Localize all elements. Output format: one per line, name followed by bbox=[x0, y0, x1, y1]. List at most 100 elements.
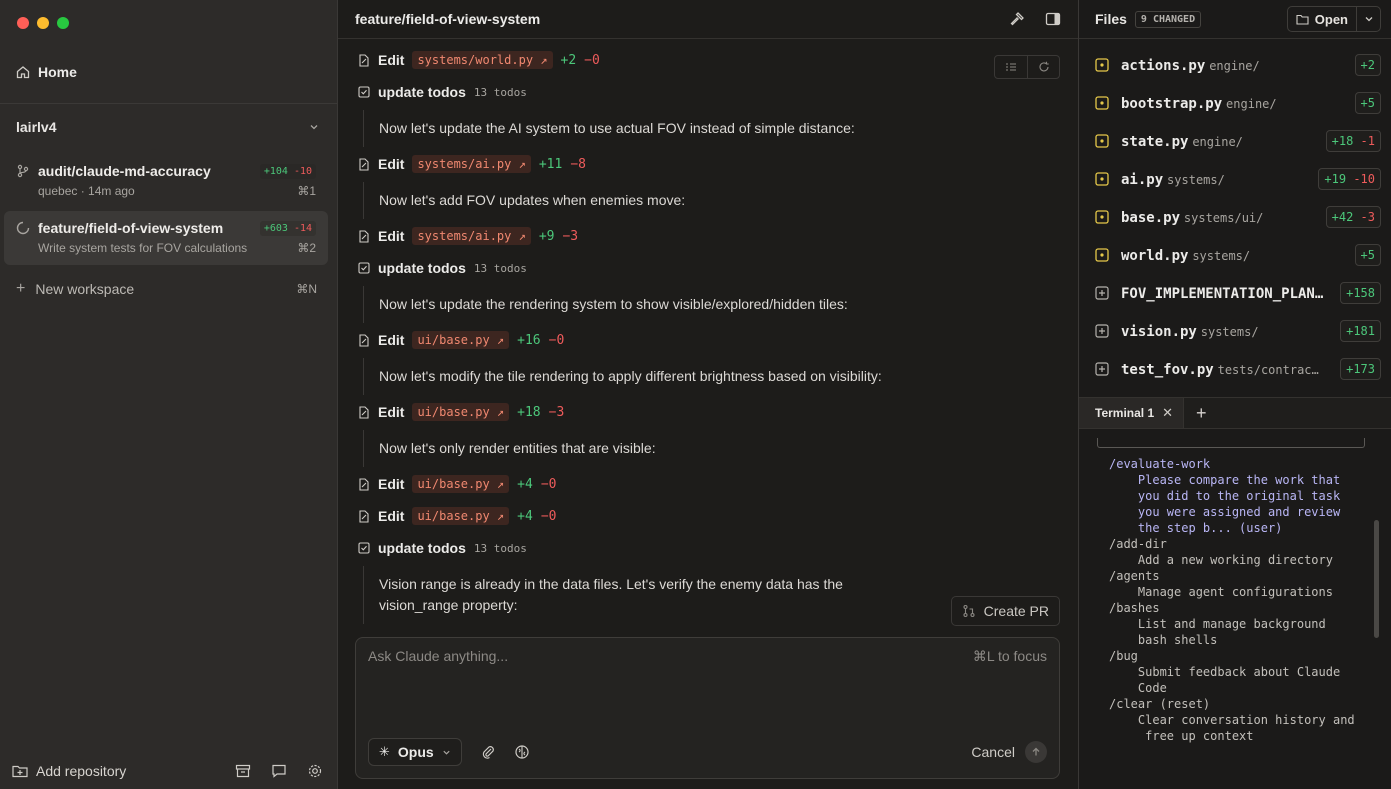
edit-file-icon bbox=[359, 477, 369, 491]
terminal-scrollbar[interactable] bbox=[1374, 520, 1379, 638]
close-window-button[interactable] bbox=[17, 17, 29, 29]
modified-file-icon bbox=[1095, 210, 1109, 224]
file-row[interactable]: base.py systems/ui/ +42 -3 bbox=[1095, 203, 1381, 231]
file-row[interactable]: world.py systems/ +5 bbox=[1095, 241, 1381, 269]
edit-entry[interactable]: Edit systems/ai.py ↗ +11 −8 bbox=[358, 154, 586, 174]
terminal-line: /evaluate-work bbox=[1109, 457, 1211, 471]
todo-label: update todos bbox=[378, 260, 466, 276]
file-row[interactable]: vision.py systems/ +181 bbox=[1095, 317, 1381, 345]
conversation-panel: feature/field-of-view-system Edit systems… bbox=[338, 0, 1079, 789]
brain-icon[interactable] bbox=[514, 744, 530, 760]
file-diff-stat: +5 bbox=[1354, 92, 1381, 114]
terminal-line: Clear conversation history and bbox=[1109, 713, 1355, 727]
file-name: vision.py bbox=[1121, 323, 1197, 340]
edit-file-icon bbox=[359, 53, 369, 67]
zoom-window-button[interactable] bbox=[57, 17, 69, 29]
new-terminal-button[interactable]: + bbox=[1184, 403, 1219, 424]
edit-file-icon bbox=[359, 333, 369, 347]
terminal-line: you did to the original task bbox=[1109, 489, 1341, 503]
folder-plus-icon bbox=[12, 765, 28, 778]
file-row[interactable]: ai.py systems/ +19 -10 bbox=[1095, 165, 1381, 193]
file-chip[interactable]: ui/base.py ↗ bbox=[412, 403, 510, 421]
model-selector[interactable]: ✳ Opus bbox=[368, 738, 462, 766]
workspace-shortcut: ⌘2 bbox=[297, 241, 316, 255]
refresh-icon[interactable] bbox=[1027, 56, 1059, 78]
files-header: Files 9 CHANGED Open bbox=[1079, 0, 1391, 39]
file-chip[interactable]: systems/ai.py ↗ bbox=[412, 155, 531, 173]
hammer-icon[interactable] bbox=[1009, 11, 1025, 27]
paperclip-icon[interactable] bbox=[480, 744, 496, 760]
file-chip[interactable]: ui/base.py ↗ bbox=[412, 331, 510, 349]
list-icon[interactable] bbox=[995, 56, 1027, 78]
file-row[interactable]: state.py engine/ +18 -1 bbox=[1095, 127, 1381, 155]
todo-entry[interactable]: update todos 13 todos bbox=[358, 258, 527, 278]
checkbox-icon bbox=[358, 262, 370, 274]
edit-label: Edit bbox=[378, 156, 405, 172]
create-pr-button[interactable]: Create PR bbox=[950, 596, 1060, 626]
file-chip[interactable]: ui/base.py ↗ bbox=[412, 507, 510, 525]
add-repository-label: Add repository bbox=[36, 763, 127, 779]
minimize-window-button[interactable] bbox=[37, 17, 49, 29]
edit-entry[interactable]: Edit ui/base.py ↗ +18 −3 bbox=[358, 402, 564, 422]
sidebar-footer: Add repository bbox=[12, 763, 323, 779]
deletions: −3 bbox=[548, 404, 565, 420]
tab-terminal-1[interactable]: Terminal 1 ✕ bbox=[1079, 398, 1185, 428]
open-button[interactable]: Open bbox=[1286, 6, 1381, 32]
model-label: Opus bbox=[397, 744, 434, 760]
new-workspace-button[interactable]: + New workspace ⌘N bbox=[16, 280, 317, 298]
file-name: base.py bbox=[1121, 209, 1181, 226]
create-pr-label: Create PR bbox=[983, 603, 1049, 619]
sidebar-toggle-icon[interactable] bbox=[1045, 11, 1061, 27]
file-row[interactable]: FOV_IMPLEMENTATION_PLAN… +158 bbox=[1095, 279, 1381, 307]
edit-entry[interactable]: Edit ui/base.py ↗ +16 −0 bbox=[358, 330, 564, 350]
cancel-button[interactable]: Cancel bbox=[971, 744, 1015, 760]
terminal-line: /clear (reset) bbox=[1109, 697, 1211, 711]
add-repository-button[interactable]: Add repository bbox=[12, 763, 126, 779]
file-diff-stat: +173 bbox=[1340, 358, 1381, 380]
repo-header[interactable]: lairlv4 bbox=[16, 119, 319, 135]
additions: +2 bbox=[560, 52, 577, 68]
edit-file-icon bbox=[359, 405, 369, 419]
open-menu-button[interactable] bbox=[1356, 7, 1380, 31]
changed-count-badge: 9 CHANGED bbox=[1134, 10, 1202, 28]
terminal-line: Submit feedback about Claude bbox=[1109, 665, 1341, 679]
edit-entry[interactable]: Edit ui/base.py ↗ +4 −0 bbox=[358, 506, 556, 526]
archive-icon[interactable] bbox=[235, 763, 251, 779]
edit-entry[interactable]: Edit ui/base.py ↗ +4 −0 bbox=[358, 474, 556, 494]
file-chip[interactable]: systems/world.py ↗ bbox=[412, 51, 553, 69]
composer: Ask Claude anything... ⌘L to focus ✳ Opu… bbox=[355, 637, 1060, 779]
close-icon[interactable]: ✕ bbox=[1162, 405, 1173, 421]
terminal-line: /bashes bbox=[1109, 601, 1160, 615]
file-dir: engine/ bbox=[1226, 96, 1277, 111]
file-row[interactable]: actions.py engine/ +2 bbox=[1095, 51, 1381, 79]
added-file-icon bbox=[1095, 324, 1109, 338]
sidebar-divider bbox=[0, 103, 337, 104]
todo-entry[interactable]: update todos 13 todos bbox=[358, 538, 527, 558]
chevron-down-icon[interactable] bbox=[309, 122, 319, 132]
added-file-icon bbox=[1095, 362, 1109, 376]
terminal-line: List and manage background bbox=[1109, 617, 1326, 631]
edit-entry[interactable]: Edit systems/ai.py ↗ +9 −3 bbox=[358, 226, 578, 246]
file-diff-stat: +18 -1 bbox=[1325, 130, 1381, 152]
todo-entry[interactable]: update todos 13 todos bbox=[358, 82, 527, 102]
file-dir: tests/contrac… bbox=[1217, 362, 1319, 377]
send-button[interactable] bbox=[1025, 741, 1047, 763]
modified-file-icon bbox=[1095, 96, 1109, 110]
gear-icon[interactable] bbox=[307, 763, 323, 779]
composer-input[interactable]: Ask Claude anything... ⌘L to focus bbox=[368, 648, 1047, 665]
workspace-item-active[interactable]: feature/field-of-view-system +603 -14 Wr… bbox=[4, 211, 328, 265]
repo-name: lairlv4 bbox=[16, 119, 57, 135]
edit-entry[interactable]: Edit systems/world.py ↗ +2 −0 bbox=[358, 50, 600, 70]
terminal-output[interactable]: /evaluate-work Please compare the work t… bbox=[1109, 456, 1355, 744]
chat-icon[interactable] bbox=[271, 763, 287, 779]
home-nav[interactable]: Home bbox=[16, 64, 77, 80]
deletions: −0 bbox=[584, 52, 600, 68]
file-diff-stat: +19 -10 bbox=[1318, 168, 1381, 190]
file-row[interactable]: bootstrap.py engine/ +5 bbox=[1095, 89, 1381, 117]
file-row[interactable]: test_fov.py tests/contrac… +173 bbox=[1095, 355, 1381, 383]
file-chip[interactable]: systems/ai.py ↗ bbox=[412, 227, 531, 245]
file-chip[interactable]: ui/base.py ↗ bbox=[412, 475, 510, 493]
edit-label: Edit bbox=[378, 52, 405, 68]
workspace-item[interactable]: audit/claude-md-accuracy +104 -10 quebec… bbox=[4, 154, 328, 208]
added-file-icon bbox=[1095, 286, 1109, 300]
